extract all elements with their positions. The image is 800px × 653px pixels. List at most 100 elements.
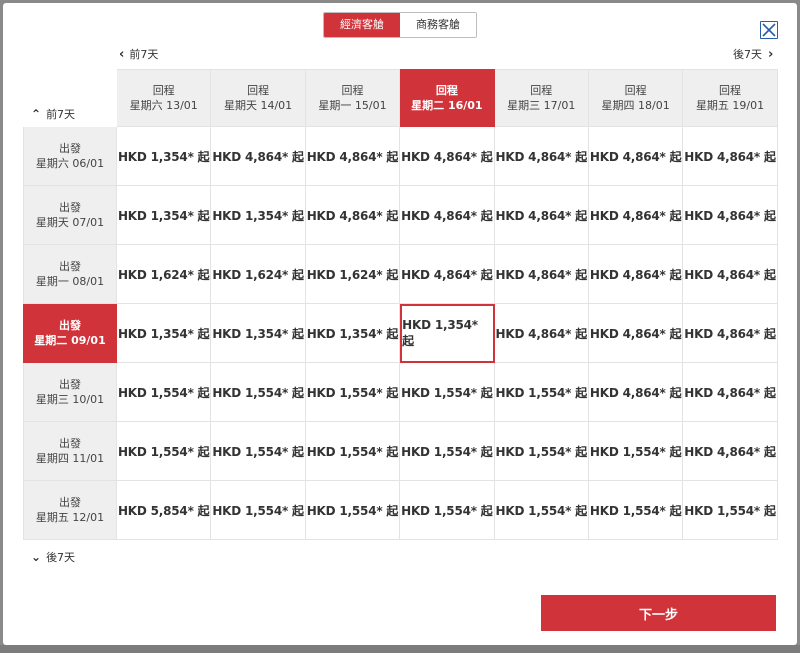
fare-cell[interactable]: HKD 1,354* 起 — [117, 127, 212, 186]
fare-cell[interactable]: HKD 4,864* 起 — [683, 127, 778, 186]
fare-cell[interactable]: HKD 1,554* 起 — [211, 422, 306, 481]
departure-label: 出發 — [59, 201, 81, 214]
fare-cell[interactable]: HKD 1,354* 起 — [117, 186, 212, 245]
fare-cell[interactable]: HKD 1,554* 起 — [400, 422, 495, 481]
fare-cell[interactable]: HKD 1,554* 起 — [588, 481, 684, 540]
fare-matrix: 回程 星期六 13/01 回程 星期天 14/01 回程 星期一 15/01 回程 星期二 1… — [23, 69, 778, 540]
departure-label: 出發 — [59, 260, 81, 273]
departure-date: 星期五 12/01 — [35, 511, 105, 524]
next-week-departure-label: 後7天 — [46, 551, 76, 564]
return-date: 星期天 14/01 — [223, 99, 293, 112]
return-date: 星期五 19/01 — [695, 99, 765, 112]
departure-date-header[interactable]: 出發星期六 06/01 — [23, 127, 117, 186]
fare-cell[interactable]: HKD 4,864* 起 — [588, 186, 684, 245]
fare-cell[interactable]: HKD 1,554* 起 — [400, 481, 495, 540]
return-date-header[interactable]: 回程 星期一 15/01 — [305, 69, 401, 127]
return-label: 回程 — [152, 84, 175, 97]
fare-cell[interactable]: HKD 4,864* 起 — [683, 186, 778, 245]
departure-label: 出發 — [59, 496, 81, 509]
departure-date-header[interactable]: 出發星期五 12/01 — [23, 481, 117, 540]
economy-cabin-tab[interactable]: 經濟客艙 — [324, 13, 400, 37]
return-date-header[interactable]: 回程星期六 13/01 — [117, 69, 212, 127]
fare-cell[interactable]: HKD 1,354* 起 — [117, 304, 212, 363]
cabin-class-toggle: 經濟客艙 商務客艙 — [323, 12, 477, 38]
fare-cell[interactable]: HKD 4,864* 起 — [494, 186, 589, 245]
fare-cell[interactable]: HKD 4,864* 起 — [683, 363, 778, 422]
fare-cell[interactable]: HKD 1,554* 起 — [494, 363, 589, 422]
departure-label: 出發 — [59, 378, 81, 391]
fare-cell[interactable]: HKD 4,864* 起 — [588, 304, 684, 363]
grid-corner — [23, 69, 117, 127]
departure-date: 星期三 10/01 — [35, 393, 105, 406]
return-date-header[interactable]: 回程 星期天 14/01 — [211, 69, 306, 127]
fare-cell[interactable]: HKD 4,864* 起 — [400, 127, 495, 186]
departure-label: 出發 — [59, 142, 81, 155]
fare-cell[interactable]: HKD 1,624* 起 — [117, 245, 212, 304]
next-step-button[interactable]: 下一步 — [541, 595, 776, 631]
departure-date: 星期四 11/01 — [35, 452, 105, 465]
departure-date: 星期二 09/01 — [34, 334, 106, 347]
next-week-return-link[interactable]: 後7天 › — [733, 46, 773, 62]
fare-cell[interactable]: HKD 4,864* 起 — [400, 245, 495, 304]
business-cabin-tab[interactable]: 商務客艙 — [400, 13, 476, 37]
fare-cell[interactable]: HKD 4,864* 起 — [305, 186, 401, 245]
fare-cell[interactable]: HKD 4,864* 起 — [494, 304, 589, 363]
fare-cell[interactable]: HKD 4,864* 起 — [588, 127, 684, 186]
close-icon[interactable] — [760, 21, 778, 39]
fare-cell[interactable]: HKD 1,554* 起 — [305, 481, 401, 540]
return-date-header[interactable]: 回程星期二 16/01 — [400, 69, 495, 127]
fare-cell[interactable]: HKD 4,864* 起 — [588, 363, 684, 422]
return-date: 星期二 16/01 — [411, 99, 483, 112]
return-label: 回程 — [719, 84, 742, 97]
fare-calendar-modal: 經濟客艙 商務客艙 ‹ 前7天 後7天 › ⌃ 前7天 ⌄ 後7天 回程 星期六 … — [3, 3, 797, 645]
fare-cell[interactable]: HKD 4,864* 起 — [683, 304, 778, 363]
departure-date-header[interactable]: 出發星期天 07/01 — [23, 186, 117, 245]
fare-cell[interactable]: HKD 1,354* 起 — [305, 304, 401, 363]
return-date-header[interactable]: 回程 星期三 17/01 — [494, 69, 589, 127]
departure-date-header[interactable]: 出發星期二 09/01 — [23, 304, 117, 363]
fare-cell[interactable]: HKD 4,864* 起 — [683, 422, 778, 481]
prev-week-label: 前7天 — [129, 48, 159, 61]
return-date: 星期六 13/01 — [129, 99, 198, 112]
selected-fare-cell[interactable]: HKD 1,354* 起 — [400, 304, 495, 363]
return-date-header[interactable]: 回程星期五 19/01 — [683, 69, 778, 127]
fare-cell[interactable]: HKD 1,554* 起 — [683, 481, 778, 540]
chevron-right-icon: › — [768, 46, 774, 62]
fare-cell[interactable]: HKD 1,554* 起 — [400, 363, 495, 422]
next-week-label: 後7天 — [733, 48, 762, 61]
fare-cell[interactable]: HKD 4,864* 起 — [683, 245, 778, 304]
departure-date: 星期一 08/01 — [35, 275, 105, 288]
fare-cell[interactable]: HKD 1,624* 起 — [211, 245, 306, 304]
return-label: 回程 — [624, 84, 647, 97]
fare-cell[interactable]: HKD 1,554* 起 — [305, 422, 401, 481]
fare-cell[interactable]: HKD 5,854* 起 — [117, 481, 212, 540]
fare-cell[interactable]: HKD 1,554* 起 — [305, 363, 401, 422]
fare-cell[interactable]: HKD 1,554* 起 — [494, 481, 589, 540]
departure-date: 星期六 06/01 — [35, 157, 105, 170]
departure-date-header[interactable]: 出發 星期四 11/01 — [23, 422, 117, 481]
fare-cell[interactable]: HKD 1,624* 起 — [305, 245, 401, 304]
departure-label: 出發 — [59, 319, 81, 332]
return-date-header[interactable]: 回程 星期四 18/01 — [588, 69, 684, 127]
next-week-departure-link[interactable]: ⌄ 後7天 — [31, 549, 75, 565]
return-label: 回程 — [435, 84, 458, 97]
fare-cell[interactable]: HKD 1,554* 起 — [211, 481, 306, 540]
fare-cell[interactable]: HKD 4,864* 起 — [494, 127, 589, 186]
chevron-down-icon: ⌄ — [31, 550, 42, 564]
fare-cell[interactable]: HKD 4,864* 起 — [211, 127, 306, 186]
fare-cell[interactable]: HKD 4,864* 起 — [588, 245, 684, 304]
fare-cell[interactable]: HKD 4,864* 起 — [400, 186, 495, 245]
fare-cell[interactable]: HKD 1,554* 起 — [117, 363, 212, 422]
fare-cell[interactable]: HKD 1,354* 起 — [211, 186, 306, 245]
departure-date-header[interactable]: 出發星期一 08/01 — [23, 245, 117, 304]
departure-date: 星期天 07/01 — [35, 216, 105, 229]
fare-cell[interactable]: HKD 1,354* 起 — [211, 304, 306, 363]
departure-date-header[interactable]: 出發星期三 10/01 — [23, 363, 117, 422]
fare-cell[interactable]: HKD 4,864* 起 — [494, 245, 589, 304]
fare-cell[interactable]: HKD 1,554* 起 — [117, 422, 212, 481]
fare-cell[interactable]: HKD 1,554* 起 — [494, 422, 589, 481]
fare-cell[interactable]: HKD 4,864* 起 — [305, 127, 401, 186]
fare-cell[interactable]: HKD 1,554* 起 — [588, 422, 684, 481]
prev-week-return-link[interactable]: ‹ 前7天 — [119, 46, 158, 62]
fare-cell[interactable]: HKD 1,554* 起 — [211, 363, 306, 422]
